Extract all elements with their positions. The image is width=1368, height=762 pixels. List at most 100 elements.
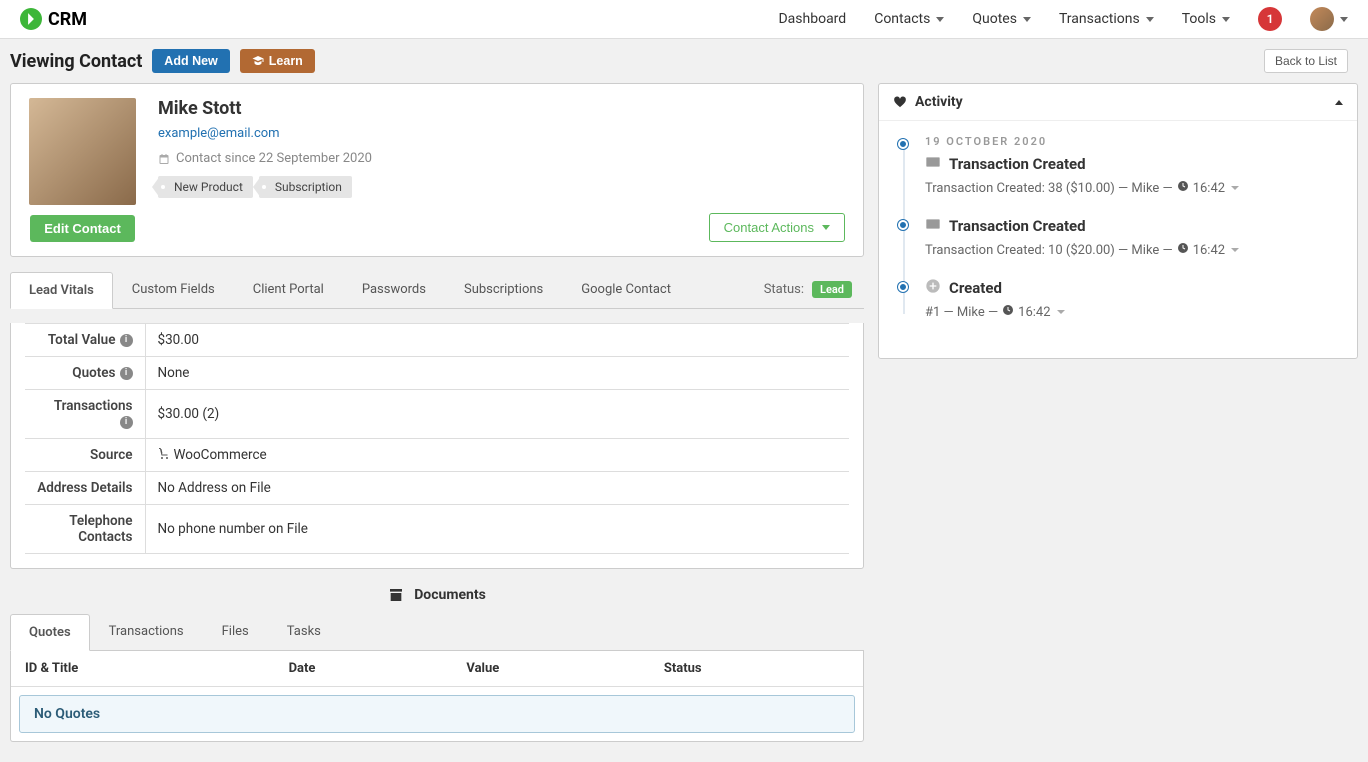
info-icon[interactable]: i xyxy=(120,334,133,347)
timeline-meta: #1 — Mike — 16:42 xyxy=(925,304,1339,320)
tab-client-portal[interactable]: Client Portal xyxy=(234,271,343,308)
tag[interactable]: Subscription xyxy=(259,176,352,198)
vitals-table: Total Valuei$30.00QuotesiNoneTransaction… xyxy=(25,323,849,554)
timeline-dot xyxy=(898,139,908,149)
timeline-title: Transaction Created xyxy=(925,216,1339,236)
timeline-item: Transaction Created Transaction Created: … xyxy=(925,216,1339,258)
documents-table: ID & Title Date Value Status xyxy=(11,651,863,687)
graduation-icon xyxy=(252,55,264,67)
activity-body: 19 OCTOBER 2020Transaction CreatedTransa… xyxy=(879,121,1357,358)
col-date: Date xyxy=(275,651,453,687)
timeline: 19 OCTOBER 2020Transaction CreatedTransa… xyxy=(897,135,1339,320)
nav-tools[interactable]: Tools xyxy=(1182,11,1230,27)
nav-dashboard[interactable]: Dashboard xyxy=(778,11,846,27)
nav-quotes[interactable]: Quotes xyxy=(972,11,1031,27)
back-to-list-button[interactable]: Back to List xyxy=(1264,49,1348,73)
chevron-down-icon xyxy=(1023,17,1031,22)
contact-since: Contact since 22 September 2020 xyxy=(158,151,372,166)
clock-icon xyxy=(1177,180,1189,196)
vitals-row: SourceWooCommerce xyxy=(25,439,849,472)
chevron-down-icon[interactable] xyxy=(1231,186,1239,190)
archive-icon xyxy=(388,587,404,603)
main-column: Edit Contact Mike Stott example@email.co… xyxy=(10,83,864,742)
contact-name: Mike Stott xyxy=(158,98,372,119)
avatar-icon xyxy=(1310,7,1334,31)
chevron-down-icon[interactable] xyxy=(1057,310,1065,314)
plus-icon xyxy=(925,278,941,298)
timeline-title: Transaction Created xyxy=(925,154,1339,174)
layout: Edit Contact Mike Stott example@email.co… xyxy=(0,83,1368,762)
col-value: Value xyxy=(452,651,650,687)
vitals-row: Transactionsi$30.00 (2) xyxy=(25,390,849,439)
activity-header[interactable]: Activity xyxy=(879,84,1357,121)
status: Status: Lead xyxy=(764,281,864,298)
user-menu[interactable] xyxy=(1310,7,1348,31)
brand-text: CRM xyxy=(48,9,87,30)
col-id-title: ID & Title xyxy=(11,651,275,687)
vitals-row: Address DetailsNo Address on File xyxy=(25,472,849,505)
contact-actions-button[interactable]: Contact Actions xyxy=(709,213,845,242)
side-column: Activity 19 OCTOBER 2020 Transaction Crea… xyxy=(878,83,1358,742)
chevron-down-icon xyxy=(1222,17,1230,22)
documents-card: ID & Title Date Value Status No Quotes xyxy=(10,651,864,742)
timeline-dot xyxy=(898,220,908,230)
logo[interactable]: CRM xyxy=(20,8,87,30)
documents-tabs: Quotes Transactions Files Tasks xyxy=(10,613,864,651)
tab-quotes[interactable]: Quotes xyxy=(10,614,90,651)
tag[interactable]: New Product xyxy=(158,176,253,198)
timeline-title: Created xyxy=(925,278,1339,298)
tags: New Product Subscription xyxy=(158,176,372,198)
card-icon xyxy=(925,154,941,174)
topnav: Dashboard Contacts Quotes Transactions T… xyxy=(778,7,1348,31)
tab-transactions[interactable]: Transactions xyxy=(90,613,203,650)
tab-tasks[interactable]: Tasks xyxy=(268,613,340,650)
timeline-date: 19 OCTOBER 2020 xyxy=(925,135,1339,148)
tab-lead-vitals[interactable]: Lead Vitals xyxy=(10,272,113,309)
clock-icon xyxy=(1177,242,1189,258)
card-icon xyxy=(925,216,941,236)
contact-email-link[interactable]: example@email.com xyxy=(158,126,280,141)
vitals-row: Telephone ContactsNo phone number on Fil… xyxy=(25,505,849,554)
timeline-item: 19 OCTOBER 2020 Transaction Created Transa… xyxy=(925,135,1339,196)
info-icon[interactable]: i xyxy=(120,367,133,380)
cart-icon xyxy=(158,447,170,463)
vitals-tabs: Lead Vitals Custom Fields Client Portal … xyxy=(10,271,864,309)
no-quotes-message: No Quotes xyxy=(19,695,855,733)
chevron-up-icon xyxy=(1335,100,1343,105)
subheader: Viewing Contact Add New Learn Back to Li… xyxy=(0,39,1368,83)
chevron-down-icon xyxy=(1146,17,1154,22)
learn-button[interactable]: Learn xyxy=(240,49,315,73)
heartbeat-icon xyxy=(893,95,907,109)
info-icon[interactable]: i xyxy=(120,416,133,429)
notification-badge[interactable]: 1 xyxy=(1258,7,1282,31)
vitals-row: Total Valuei$30.00 xyxy=(25,324,849,357)
timeline-item: Created #1 — Mike — 16:42 xyxy=(925,278,1339,320)
page-title: Viewing Contact xyxy=(10,51,142,72)
tab-google-contact[interactable]: Google Contact xyxy=(562,271,690,308)
calendar-icon xyxy=(158,153,170,165)
contact-card: Edit Contact Mike Stott example@email.co… xyxy=(10,83,864,257)
documents-heading: Documents xyxy=(10,587,864,603)
chevron-down-icon xyxy=(822,225,830,230)
logo-icon xyxy=(20,8,42,30)
tab-passwords[interactable]: Passwords xyxy=(343,271,445,308)
chevron-down-icon xyxy=(936,17,944,22)
tab-custom-fields[interactable]: Custom Fields xyxy=(113,271,234,308)
nav-transactions[interactable]: Transactions xyxy=(1059,11,1154,27)
activity-card: Activity 19 OCTOBER 2020 Transaction Crea… xyxy=(878,83,1358,359)
timeline-dot xyxy=(898,282,908,292)
add-new-button[interactable]: Add New xyxy=(152,49,229,73)
tab-files[interactable]: Files xyxy=(203,613,268,650)
nav-contacts[interactable]: Contacts xyxy=(874,11,944,27)
col-status: Status xyxy=(650,651,863,687)
edit-contact-button[interactable]: Edit Contact xyxy=(30,215,135,242)
status-badge: Lead xyxy=(812,281,852,298)
contact-avatar xyxy=(29,98,136,205)
contact-info: Mike Stott example@email.com Contact sin… xyxy=(158,98,372,242)
chevron-down-icon xyxy=(1340,17,1348,22)
tab-subscriptions[interactable]: Subscriptions xyxy=(445,271,562,308)
timeline-meta: Transaction Created: 38 ($10.00) — Mike … xyxy=(925,180,1339,196)
chevron-down-icon[interactable] xyxy=(1231,248,1239,252)
timeline-meta: Transaction Created: 10 ($20.00) — Mike … xyxy=(925,242,1339,258)
vitals-row: QuotesiNone xyxy=(25,357,849,390)
